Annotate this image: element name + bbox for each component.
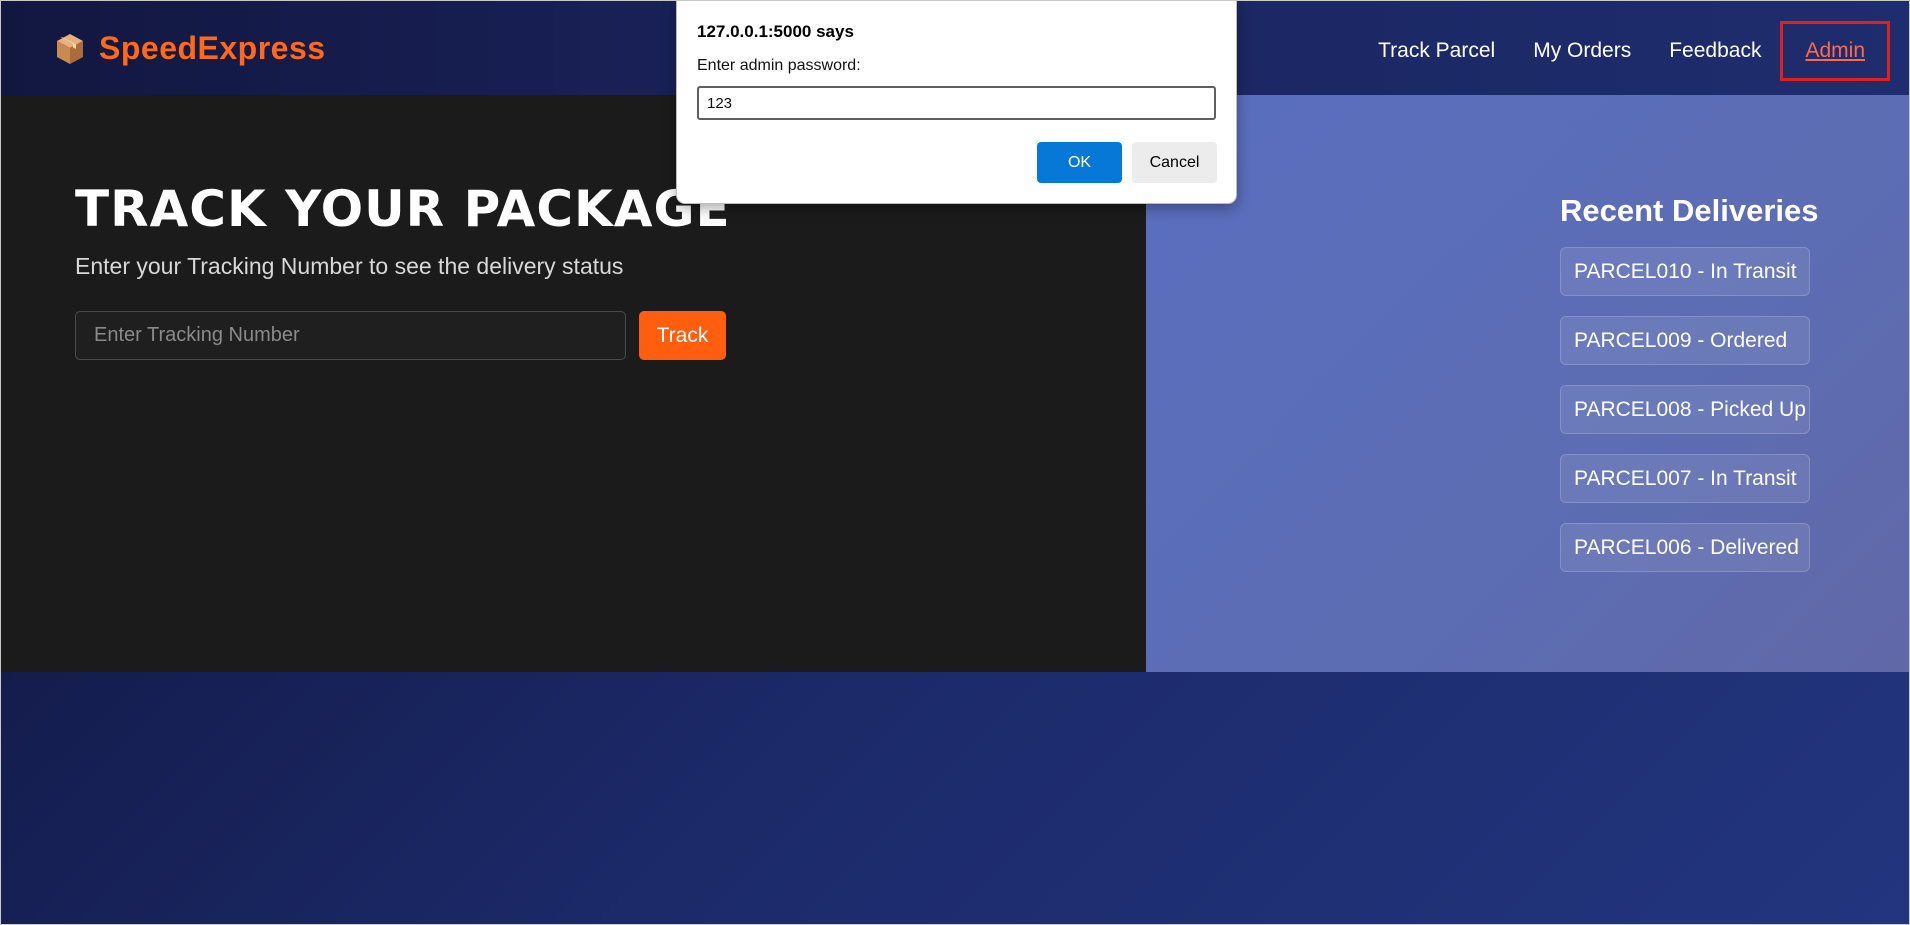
admin-password-prompt: 127.0.0.1:5000 says Enter admin password… [676,0,1237,204]
recent-delivery-item[interactable]: PARCEL007 - In Transit [1560,454,1810,503]
hero-subtitle: Enter your Tracking Number to see the de… [75,253,624,279]
track-button[interactable]: Track [639,311,726,360]
tracking-number-input[interactable] [75,311,626,360]
recent-deliveries-list: PARCEL010 - In Transit PARCEL009 - Order… [1560,247,1810,592]
nav-feedback[interactable]: Feedback [1650,23,1780,79]
logo[interactable]: SpeedExpress [55,30,326,67]
recent-deliveries-title: Recent Deliveries [1560,193,1819,228]
dialog-message: Enter admin password: [697,57,861,74]
admin-password-input[interactable] [697,86,1216,120]
recent-delivery-item[interactable]: PARCEL008 - Picked Up [1560,385,1810,434]
main-nav: Track Parcel My Orders Feedback Admin [1359,21,1890,81]
cancel-button[interactable]: Cancel [1132,142,1217,183]
brand-name: SpeedExpress [99,30,326,66]
recent-delivery-item[interactable]: PARCEL009 - Ordered [1560,316,1810,365]
dialog-title: 127.0.0.1:5000 says [697,22,854,41]
recent-delivery-item[interactable]: PARCEL006 - Delivered [1560,523,1810,572]
hero-title: TRACK YOUR PACKAGE [75,180,731,238]
nav-track-parcel[interactable]: Track Parcel [1359,23,1514,79]
ok-button[interactable]: OK [1037,142,1122,183]
recent-delivery-item[interactable]: PARCEL010 - In Transit [1560,247,1810,296]
nav-my-orders[interactable]: My Orders [1514,23,1650,79]
package-box-icon [57,33,83,64]
nav-admin[interactable]: Admin [1780,21,1890,81]
